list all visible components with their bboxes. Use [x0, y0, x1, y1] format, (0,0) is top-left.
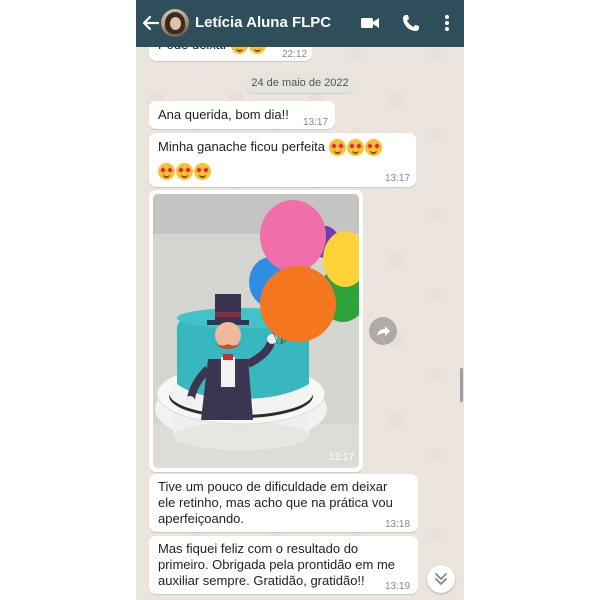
- more-options-icon[interactable]: [436, 12, 458, 34]
- heart-eyes-emoji: [158, 163, 175, 181]
- message-time: 13:17: [303, 117, 329, 128]
- message-text-line: Mas fiquei feliz com o resultado do: [158, 541, 359, 556]
- heart-eyes-emoji: [346, 139, 364, 157]
- message-time: 13:17: [385, 173, 411, 184]
- back-arrow-icon[interactable]: [141, 12, 161, 34]
- message-text-line: Tive um pouco de dificuldade em deixar: [158, 479, 388, 494]
- scroll-to-bottom-button[interactable]: [427, 565, 455, 593]
- image-time: 13:17: [329, 452, 355, 463]
- message-text-line: primeiro. Obrigada pela prontidão em me: [158, 557, 396, 572]
- smiling-face-with-hearts-emoji: [364, 139, 382, 157]
- video-call-icon[interactable]: [359, 12, 381, 34]
- cake-illustration: [153, 194, 359, 468]
- voice-call-icon[interactable]: [400, 12, 422, 34]
- message-text-line: auxiliar sempre. Gratidão, gratidão!!: [158, 573, 365, 588]
- date-separator: 24 de maio de 2022: [246, 73, 354, 93]
- forward-button[interactable]: [369, 317, 397, 345]
- cake-photo[interactable]: 13:17: [153, 194, 359, 468]
- message-text: Ana querida, bom dia!!: [158, 107, 289, 122]
- contact-name[interactable]: Letícia Aluna FLPC: [195, 14, 331, 31]
- message-text-line: aperfeiçoando.: [158, 511, 245, 526]
- message-time: 22:12: [282, 49, 308, 60]
- scrollbar-thumb[interactable]: [460, 368, 463, 402]
- image-message[interactable]: 13:17: [149, 190, 363, 472]
- forward-arrow-icon: [377, 326, 390, 336]
- message-bubble[interactable]: Ana querida, bom dia!! 13:17: [149, 101, 335, 129]
- message-bubble[interactable]: Minha ganache ficou perfeita 13:17: [149, 133, 416, 187]
- message-bubble[interactable]: Tive um pouco de dificuldade em deixar e…: [149, 474, 418, 532]
- message-bubble[interactable]: Mas fiquei feliz com o resultado do prim…: [149, 536, 418, 594]
- message-text-line: ele retinho, mas acho que na prática vou: [158, 495, 393, 510]
- message-list[interactable]: Pode deixar 22:12 24 de maio de 2022 Ana…: [136, 33, 464, 600]
- heart-eyes-emoji: [194, 163, 211, 181]
- contact-avatar[interactable]: [161, 9, 189, 37]
- message-time: 13:18: [385, 519, 411, 530]
- message-text: Minha ganache ficou perfeita: [158, 139, 383, 157]
- smiling-face-with-hearts-emoji: [328, 139, 346, 157]
- message-emoji-line: [158, 163, 212, 181]
- smiling-face-with-hearts-emoji: [176, 163, 193, 181]
- chat-header: Letícia Aluna FLPC: [136, 0, 464, 47]
- message-time: 13:19: [385, 581, 411, 592]
- whatsapp-screen: Letícia Aluna FLPC Pode deixar 22:12 24 …: [136, 0, 464, 600]
- double-chevron-down-icon: [435, 573, 447, 585]
